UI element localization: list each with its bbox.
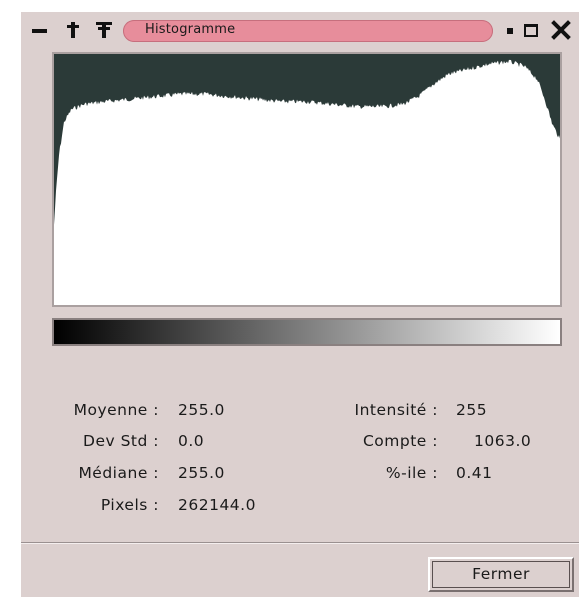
intensity-gradient-bar [52,318,562,346]
percentile-label: %-ile : [385,464,438,482]
close-button[interactable]: Fermer [428,557,574,592]
histogram-window: Histogramme Moyenne : 255.0 Dev Std : 0.… [20,12,579,597]
histogram-plot [52,52,562,307]
pixels-value: 262144.0 [178,496,256,514]
pixels-label: Pixels : [100,496,159,514]
minimize-icon[interactable] [32,20,48,40]
intensity-value: 255 [456,401,488,419]
count-label: Compte : [362,432,438,450]
mean-label: Moyenne : [73,401,159,419]
median-label: Médiane : [78,464,159,482]
percentile-value: 0.41 [456,464,493,482]
footer-divider-highlight [21,543,579,544]
mean-value: 255.0 [178,401,225,419]
title-bar[interactable]: Histogramme [21,12,579,48]
count-value: 1063.0 [474,432,532,450]
intensity-label: Intensité : [354,401,438,419]
histogram-svg [54,54,560,305]
pin-top-icon[interactable] [95,20,112,40]
median-value: 255.0 [178,464,225,482]
shade-icon[interactable] [507,28,513,34]
close-button-focus-ring [432,561,570,588]
pin-icon[interactable] [65,20,81,40]
window-title: Histogramme [145,22,236,37]
stddev-label: Dev Std : [83,432,159,450]
close-icon[interactable] [551,20,571,40]
stddev-value: 0.0 [178,432,205,450]
maximize-icon[interactable] [524,24,538,37]
